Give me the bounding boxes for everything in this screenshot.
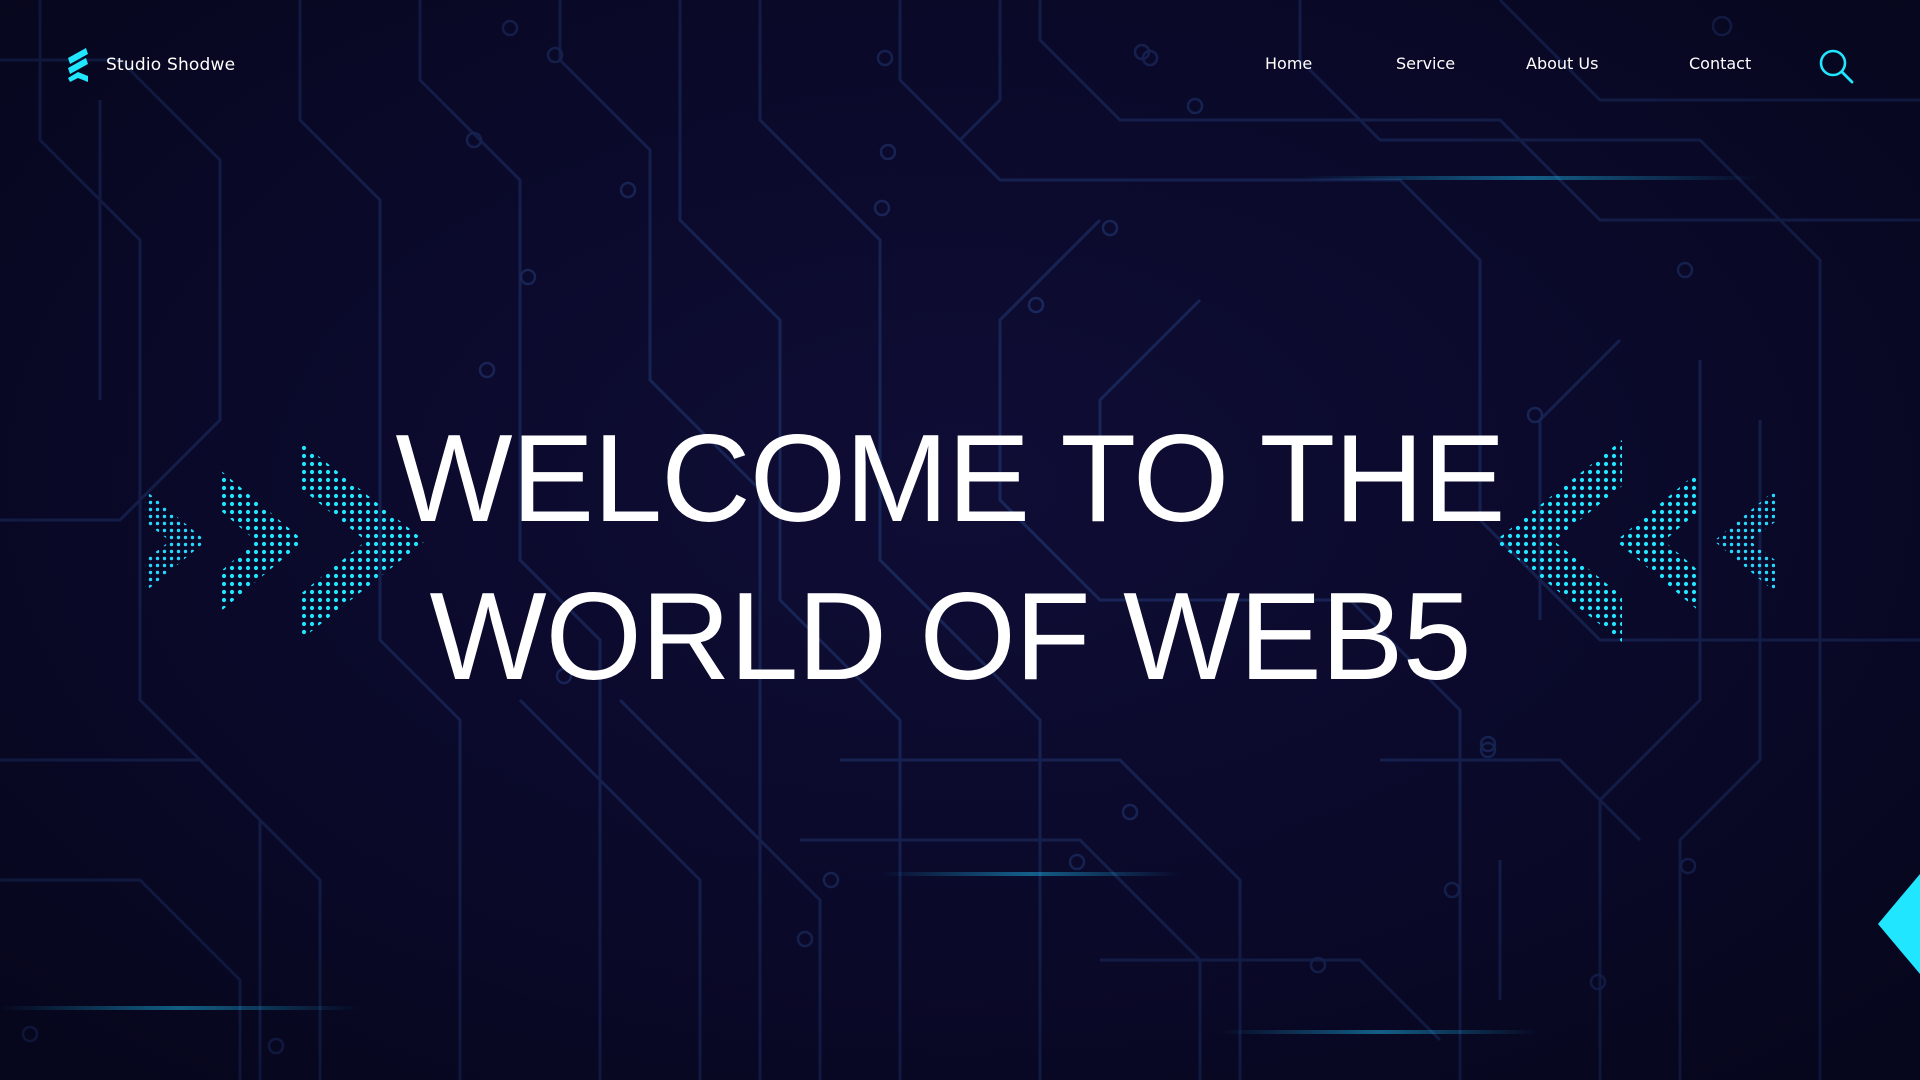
hero-line-2: WORLD OF WEB5 (429, 568, 1471, 706)
brand[interactable]: Studio Shodwe (64, 46, 235, 84)
nav-service[interactable]: Service (1396, 54, 1455, 73)
top-navbar: Studio Shodwe Home Service About Us Cont… (0, 0, 1920, 132)
nav-about-us[interactable]: About Us (1526, 54, 1598, 73)
nav-home[interactable]: Home (1265, 54, 1312, 73)
nav-contact[interactable]: Contact (1689, 54, 1751, 73)
brand-name: Studio Shodwe (106, 55, 236, 75)
hero-line-1: WELCOME TO THE (395, 410, 1505, 548)
right-dotted-chevrons (1495, 440, 1775, 642)
search-icon[interactable] (1818, 48, 1856, 86)
hero-headline: WELCOME TO THE WORLD OF WEB5 (380, 400, 1520, 716)
accent-corner-shape (1878, 874, 1920, 974)
stacked-chevron-logo-icon (68, 48, 88, 82)
